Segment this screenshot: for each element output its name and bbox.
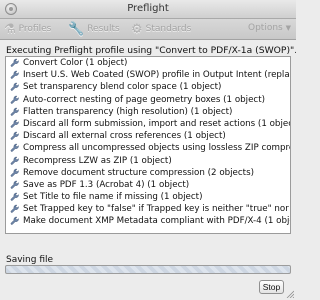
fixup-item-label: Discard all external cross references (1… bbox=[23, 131, 226, 142]
wrench-icon bbox=[10, 143, 20, 153]
fixup-item-label: Auto-correct nesting of page geometry bo… bbox=[23, 94, 265, 105]
fixup-item[interactable]: Discard all external cross references (1… bbox=[6, 130, 290, 142]
fixup-item[interactable]: Remove document structure compression (2… bbox=[6, 167, 290, 179]
options-menu[interactable]: Options ▼ bbox=[248, 23, 291, 33]
wrench-icon bbox=[10, 216, 20, 226]
profiles-tab[interactable]: ⚗ Profiles bbox=[4, 19, 51, 39]
wrench-icon bbox=[10, 119, 20, 129]
wrench-icon bbox=[10, 58, 20, 68]
preflight-window: Preflight ⚗ Profiles 🔧 Results ⚙ Standar… bbox=[0, 0, 296, 300]
fixup-item[interactable]: Set Title to file name if missing (1 obj… bbox=[6, 191, 290, 203]
fixup-item-label: Recompress LZW as ZIP (1 object) bbox=[23, 155, 172, 166]
fixup-item[interactable]: Convert Color (1 object) bbox=[6, 57, 290, 69]
wrench-icon bbox=[10, 95, 20, 105]
resize-grip-icon[interactable] bbox=[286, 290, 294, 298]
title-bar: Preflight bbox=[0, 0, 296, 19]
results-tab[interactable]: 🔧 Results bbox=[68, 19, 120, 39]
fixup-item-label: Insert U.S. Web Coated (SWOP) profile in… bbox=[23, 70, 290, 81]
fixup-item-label: Set Title to file name if missing (1 obj… bbox=[23, 192, 203, 203]
fixup-item-label: Set transparency blend color space (1 ob… bbox=[23, 82, 222, 93]
chevron-down-icon: ▼ bbox=[285, 24, 291, 32]
wrench-icon bbox=[10, 70, 20, 80]
fixup-list[interactable]: Convert Color (1 object) Insert U.S. Web … bbox=[5, 56, 291, 234]
wrench-icon bbox=[10, 107, 20, 117]
gear-icon: ⚙ bbox=[131, 21, 143, 37]
fixup-item-label: Compress all uncompressed objects using … bbox=[23, 143, 290, 154]
fixup-item-label: Flatten transparency (high resolution) (… bbox=[23, 106, 233, 117]
execution-header: Executing Preflight profile using "Conve… bbox=[6, 45, 296, 56]
fixup-item-label: Remove document structure compression (2… bbox=[23, 167, 255, 178]
wrench-icon bbox=[10, 156, 20, 166]
window-title: Preflight bbox=[127, 3, 169, 14]
flask-icon: ⚗ bbox=[4, 21, 16, 37]
fixup-item[interactable]: Make document XMP Metadata compliant wit… bbox=[6, 215, 290, 227]
fixup-item[interactable]: Compress all uncompressed objects using … bbox=[6, 142, 290, 154]
status-text: Saving file bbox=[6, 255, 54, 265]
fixup-item[interactable]: Insert U.S. Web Coated (SWOP) profile in… bbox=[6, 69, 290, 81]
wrench-icon bbox=[10, 168, 20, 178]
fixup-item[interactable]: Discard all form submission, import and … bbox=[6, 118, 290, 130]
wrench-icon bbox=[10, 82, 20, 92]
fixup-item[interactable]: Auto-correct nesting of page geometry bo… bbox=[6, 94, 290, 106]
fixup-item-label: Discard all form submission, import and … bbox=[23, 118, 291, 129]
standards-tab[interactable]: ⚙ Standards bbox=[131, 19, 191, 39]
toolbar: ⚗ Profiles 🔧 Results ⚙ Standards Options… bbox=[0, 19, 296, 40]
wrench-icon bbox=[10, 131, 20, 141]
fixup-item-label: Convert Color (1 object) bbox=[23, 58, 128, 68]
fixup-item[interactable]: Flatten transparency (high resolution) (… bbox=[6, 106, 290, 118]
wrench-icon bbox=[10, 204, 20, 214]
wrench-icon bbox=[10, 180, 20, 190]
wrench-icon bbox=[10, 192, 20, 202]
fixup-item-label: Save as PDF 1.3 (Acrobat 4) (1 object) bbox=[23, 179, 190, 190]
fixup-item[interactable]: Set transparency blend color space (1 ob… bbox=[6, 81, 290, 93]
fixup-item[interactable]: Save as PDF 1.3 (Acrobat 4) (1 object) bbox=[6, 179, 290, 191]
fixup-item[interactable]: Recompress LZW as ZIP (1 object) bbox=[6, 155, 290, 167]
stop-button[interactable]: Stop bbox=[259, 280, 284, 294]
progress-bar bbox=[5, 265, 291, 274]
wrench-icon: 🔧 bbox=[68, 21, 85, 37]
fixup-item-label: Set Trapped key to "false" if Trapped ke… bbox=[23, 204, 290, 215]
fixup-item-label: Make document XMP Metadata compliant wit… bbox=[23, 216, 291, 227]
fixup-item[interactable]: Set Trapped key to "false" if Trapped ke… bbox=[6, 203, 290, 215]
